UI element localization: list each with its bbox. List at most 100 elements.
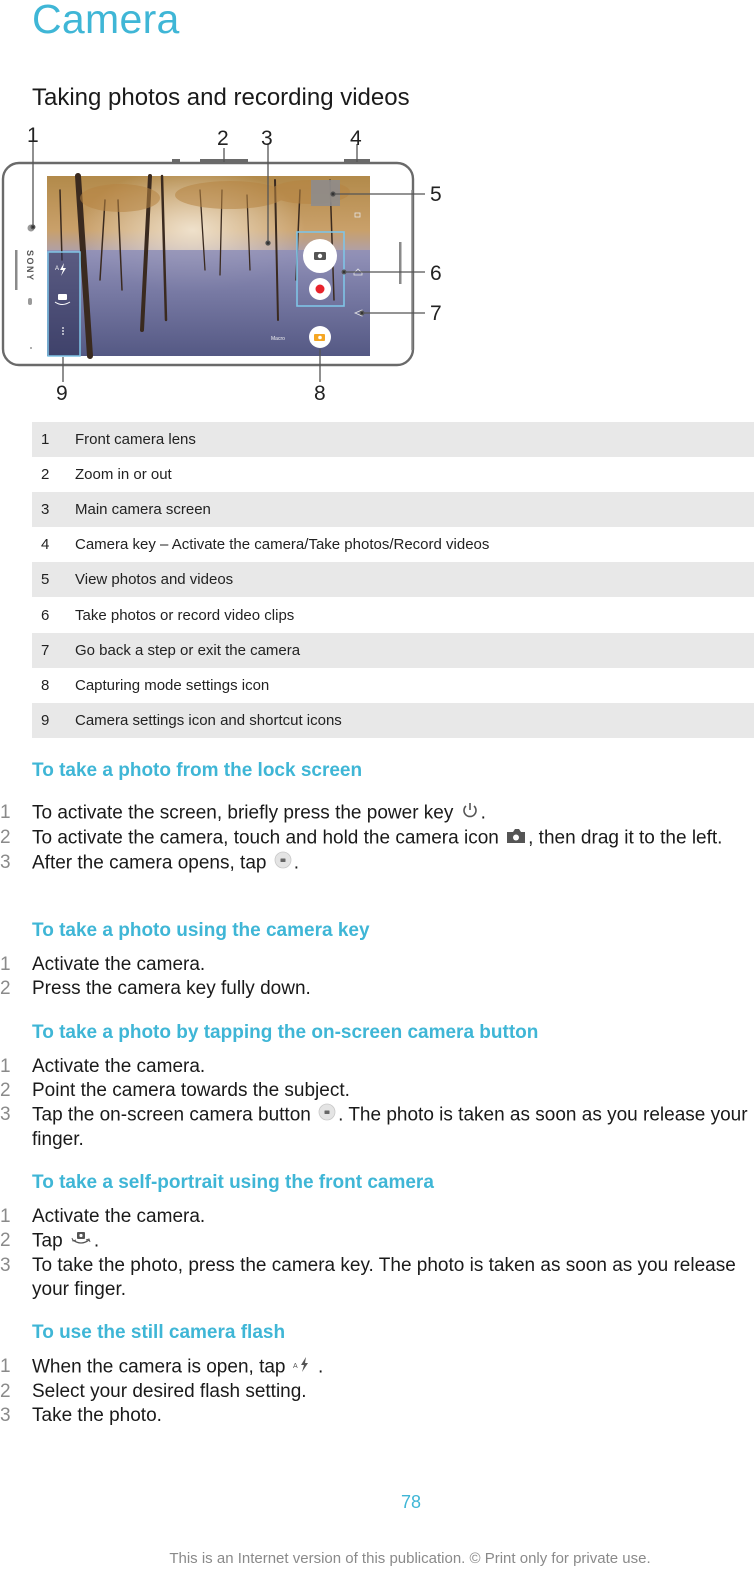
step-text: . — [312, 1356, 324, 1378]
step-number: 3 — [0, 1405, 11, 1426]
step: 3 Tap the on-screen camera button . The … — [0, 1103, 754, 1152]
step-text: . — [293, 852, 300, 874]
legend-row: 6 Take photos or record video clips — [32, 597, 754, 632]
procedure-title: To take a photo using the camera key — [32, 920, 370, 941]
legend-row: 7 Go back a step or exit the camera — [32, 632, 754, 668]
step-text: Press the camera key fully down. — [32, 978, 311, 999]
shutter-icon — [274, 851, 292, 876]
gallery-thumbnail[interactable] — [311, 180, 340, 206]
callout-5: 5 — [430, 183, 442, 206]
procedure-title: To use the still camera flash — [32, 1322, 286, 1343]
callout-9: 9 — [56, 382, 68, 405]
step-number: 2 — [0, 978, 11, 999]
step-text: Take the photo. — [32, 1405, 162, 1426]
procedure-title: To take a self-portrait using the front … — [32, 1172, 434, 1193]
power-icon — [461, 801, 479, 826]
legend-number: 6 — [41, 606, 50, 624]
legend-row: 8 Capturing mode settings icon — [32, 668, 754, 703]
procedure-title: To take a photo from the lock screen — [32, 760, 363, 781]
page-title: Camera — [32, 0, 180, 42]
legend-number: 3 — [41, 501, 50, 519]
brand-logo: SONY — [25, 250, 35, 282]
step-number: 2 — [0, 1230, 11, 1251]
step-number: 3 — [0, 1104, 11, 1125]
step-text: To activate the screen, briefly press th… — [32, 802, 459, 824]
legend-number: 5 — [41, 571, 50, 589]
step: 2 Press the camera key fully down. — [0, 977, 754, 1001]
step: 1 When the camera is open, tap A . — [0, 1355, 754, 1380]
legend-number: 2 — [41, 466, 50, 484]
step-number: 1 — [0, 802, 11, 823]
procedure-lock-screen: To take a photo from the lock screen 1 T… — [0, 759, 754, 876]
legend-text: Take photos or record video clips — [75, 606, 295, 624]
legend-text: Camera key – Activate the camera/Take ph… — [75, 536, 490, 554]
step: 1 To activate the screen, briefly press … — [0, 801, 754, 826]
video-record-button[interactable] — [309, 278, 331, 300]
legend-row: 9 Camera settings icon and shortcut icons — [32, 702, 754, 738]
more-settings-icon[interactable] — [62, 327, 64, 335]
procedure-self-portrait: To take a self-portrait using the front … — [0, 1171, 754, 1302]
step-text: Tap the on-screen camera button — [32, 1104, 317, 1126]
step: 2 To activate the camera, touch and hold… — [0, 826, 754, 851]
step-number: 1 — [0, 1356, 11, 1377]
step: 3 To take the photo, press the camera key… — [0, 1254, 754, 1302]
step-number: 3 — [0, 1255, 11, 1276]
camera-lock-icon — [506, 826, 526, 851]
auto-flash-icon: A — [293, 1355, 311, 1380]
phone-camera-illustration: SONY A Macro 1 2 3 4 5 6 7 8 9 — [0, 120, 460, 410]
step-number: 3 — [0, 852, 11, 873]
callout-8: 8 — [314, 382, 326, 405]
legend-text: Go back a step or exit the camera — [75, 641, 301, 659]
step-number: 2 — [0, 827, 11, 848]
svg-text:A: A — [293, 1363, 298, 1370]
step-text: Select your desired flash setting. — [32, 1381, 307, 1402]
step: 3 Take the photo. — [0, 1404, 754, 1428]
step-text: Activate the camera. — [32, 1206, 206, 1227]
capturing-mode-button[interactable] — [309, 326, 331, 348]
step: 2 Select your desired flash setting. — [0, 1380, 754, 1404]
legend-row: 2 Zoom in or out — [32, 457, 754, 492]
legend-text: Zoom in or out — [75, 466, 172, 484]
step-text: Point the camera towards the subject. — [32, 1080, 350, 1101]
legend-row: 5 View photos and videos — [32, 562, 754, 598]
step-text: To activate the camera, touch and hold t… — [32, 827, 505, 849]
procedure-title: To take a photo by tapping the on-screen… — [32, 1022, 539, 1043]
step-text: Activate the camera. — [32, 1056, 206, 1077]
macro-label: Macro — [271, 336, 285, 342]
procedure-onscreen-button: To take a photo by tapping the on-screen… — [0, 1021, 754, 1152]
section-title: Taking photos and recording videos — [32, 84, 410, 111]
step-text: . — [93, 1230, 100, 1252]
legend-text: Camera settings icon and shortcut icons — [75, 711, 342, 729]
svg-text:A: A — [55, 266, 59, 272]
shutter-icon — [318, 1103, 336, 1128]
callout-7: 7 — [430, 302, 442, 325]
step-text: . — [480, 802, 486, 824]
step-number: 2 — [0, 1381, 11, 1402]
step-number: 1 — [0, 954, 11, 975]
callout-1: 1 — [27, 124, 39, 147]
step-text: Tap — [32, 1230, 68, 1252]
legend-text: Main camera screen — [75, 501, 211, 519]
step-text: When the camera is open, tap — [32, 1356, 291, 1378]
callout-4: 4 — [350, 127, 362, 150]
step: 1 Activate the camera. — [0, 1205, 754, 1229]
speaker-grille — [15, 250, 18, 290]
step-number: 1 — [0, 1056, 11, 1077]
legend-row: 4 Camera key – Activate the camera/Take p… — [32, 527, 754, 562]
page-number: 78 — [400, 1492, 422, 1512]
callout-3: 3 — [261, 127, 273, 150]
switch-camera-icon — [70, 1229, 92, 1254]
procedure-camera-key: To take a photo using the camera key 1 Ac… — [0, 919, 754, 1001]
photo-shutter-button[interactable] — [303, 239, 337, 273]
legend-row: 3 Main camera screen — [32, 492, 754, 528]
step: 1 Activate the camera. — [0, 1055, 754, 1079]
step-number: 2 — [0, 1080, 11, 1101]
legend-text: Capturing mode settings icon — [75, 676, 270, 694]
camera-settings-panel: A — [47, 251, 81, 357]
callout-6: 6 — [430, 262, 442, 285]
step: 2 Tap . — [0, 1229, 754, 1254]
legend-number: 4 — [41, 536, 50, 554]
step-text: After the camera opens, tap — [32, 852, 272, 874]
legend-row: 1 Front camera lens — [32, 422, 754, 458]
footer-note: This is an Internet version of this publ… — [169, 1550, 651, 1567]
